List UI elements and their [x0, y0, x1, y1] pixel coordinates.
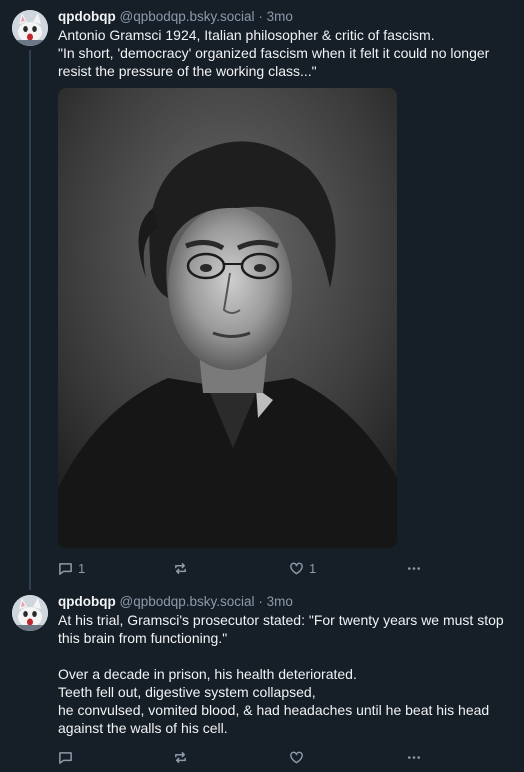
display-name[interactable]: qpdobqp — [58, 9, 116, 24]
ellipsis-icon — [408, 755, 420, 759]
repost-icon — [175, 751, 186, 763]
heart-icon — [290, 751, 303, 763]
timestamp[interactable]: 3mo — [267, 9, 293, 24]
text-line: "In short, 'democracy' organized fascism… — [58, 45, 490, 61]
text-line: he convulsed, vomited blood, & had heada… — [58, 702, 490, 718]
text-line: At his trial, Gramsci's prosecutor state… — [58, 612, 504, 628]
reply-icon — [59, 751, 72, 764]
repost-button[interactable] — [173, 561, 193, 576]
like-count: 1 — [309, 560, 317, 576]
more-options-button[interactable] — [406, 750, 422, 765]
repost-button[interactable] — [173, 750, 193, 765]
text-line: against the walls of his cell. — [58, 720, 228, 736]
text-line: this brain from functioning." — [58, 630, 228, 646]
post-text: Antonio Gramsci 1924, Italian philosophe… — [58, 26, 516, 80]
post-header: qpdobqp @qpbodqp.bsky.social · 3mo — [58, 8, 516, 26]
text-line: Over a decade in prison, his health dete… — [58, 666, 357, 682]
ellipsis-icon — [408, 566, 420, 570]
more-options-button[interactable] — [406, 561, 422, 576]
avatar[interactable] — [12, 10, 48, 46]
avatar-cat-icon — [12, 10, 48, 46]
text-line: Teeth fell out, digestive system collaps… — [58, 684, 316, 700]
post-header: qpdobqp @qpbodqp.bsky.social · 3mo — [58, 593, 516, 611]
like-button[interactable] — [289, 750, 309, 765]
display-name[interactable]: qpdobqp — [58, 594, 116, 609]
reply-count: 1 — [78, 560, 86, 576]
reply-button[interactable] — [58, 750, 78, 765]
post-actions: 1 1 — [58, 558, 516, 578]
separator: · — [258, 9, 263, 24]
handle[interactable]: @qpbodqp.bsky.social — [120, 9, 255, 24]
avatar-cat-icon — [12, 595, 48, 631]
reply-button[interactable]: 1 — [58, 561, 85, 576]
post-1[interactable]: qpdobqp @qpbodqp.bsky.social · 3mo Anton… — [0, 8, 524, 578]
text-line: resist the pressure of the working class… — [58, 63, 317, 79]
portrait-photo — [58, 88, 397, 548]
heart-icon — [290, 562, 303, 574]
post-actions — [58, 747, 516, 767]
separator: · — [258, 594, 263, 609]
post-text: At his trial, Gramsci's prosecutor state… — [58, 611, 516, 737]
timestamp[interactable]: 3mo — [267, 594, 293, 609]
post-image[interactable] — [58, 88, 397, 548]
repost-icon — [175, 562, 186, 574]
feed: qpdobqp @qpbodqp.bsky.social · 3mo Anton… — [0, 0, 524, 772]
post-2[interactable]: qpdobqp @qpbodqp.bsky.social · 3mo At hi… — [0, 593, 524, 767]
reply-icon — [59, 562, 72, 575]
avatar[interactable] — [12, 595, 48, 631]
handle[interactable]: @qpbodqp.bsky.social — [120, 594, 255, 609]
like-button[interactable]: 1 — [289, 561, 316, 576]
text-line: Antonio Gramsci 1924, Italian philosophe… — [58, 27, 435, 43]
